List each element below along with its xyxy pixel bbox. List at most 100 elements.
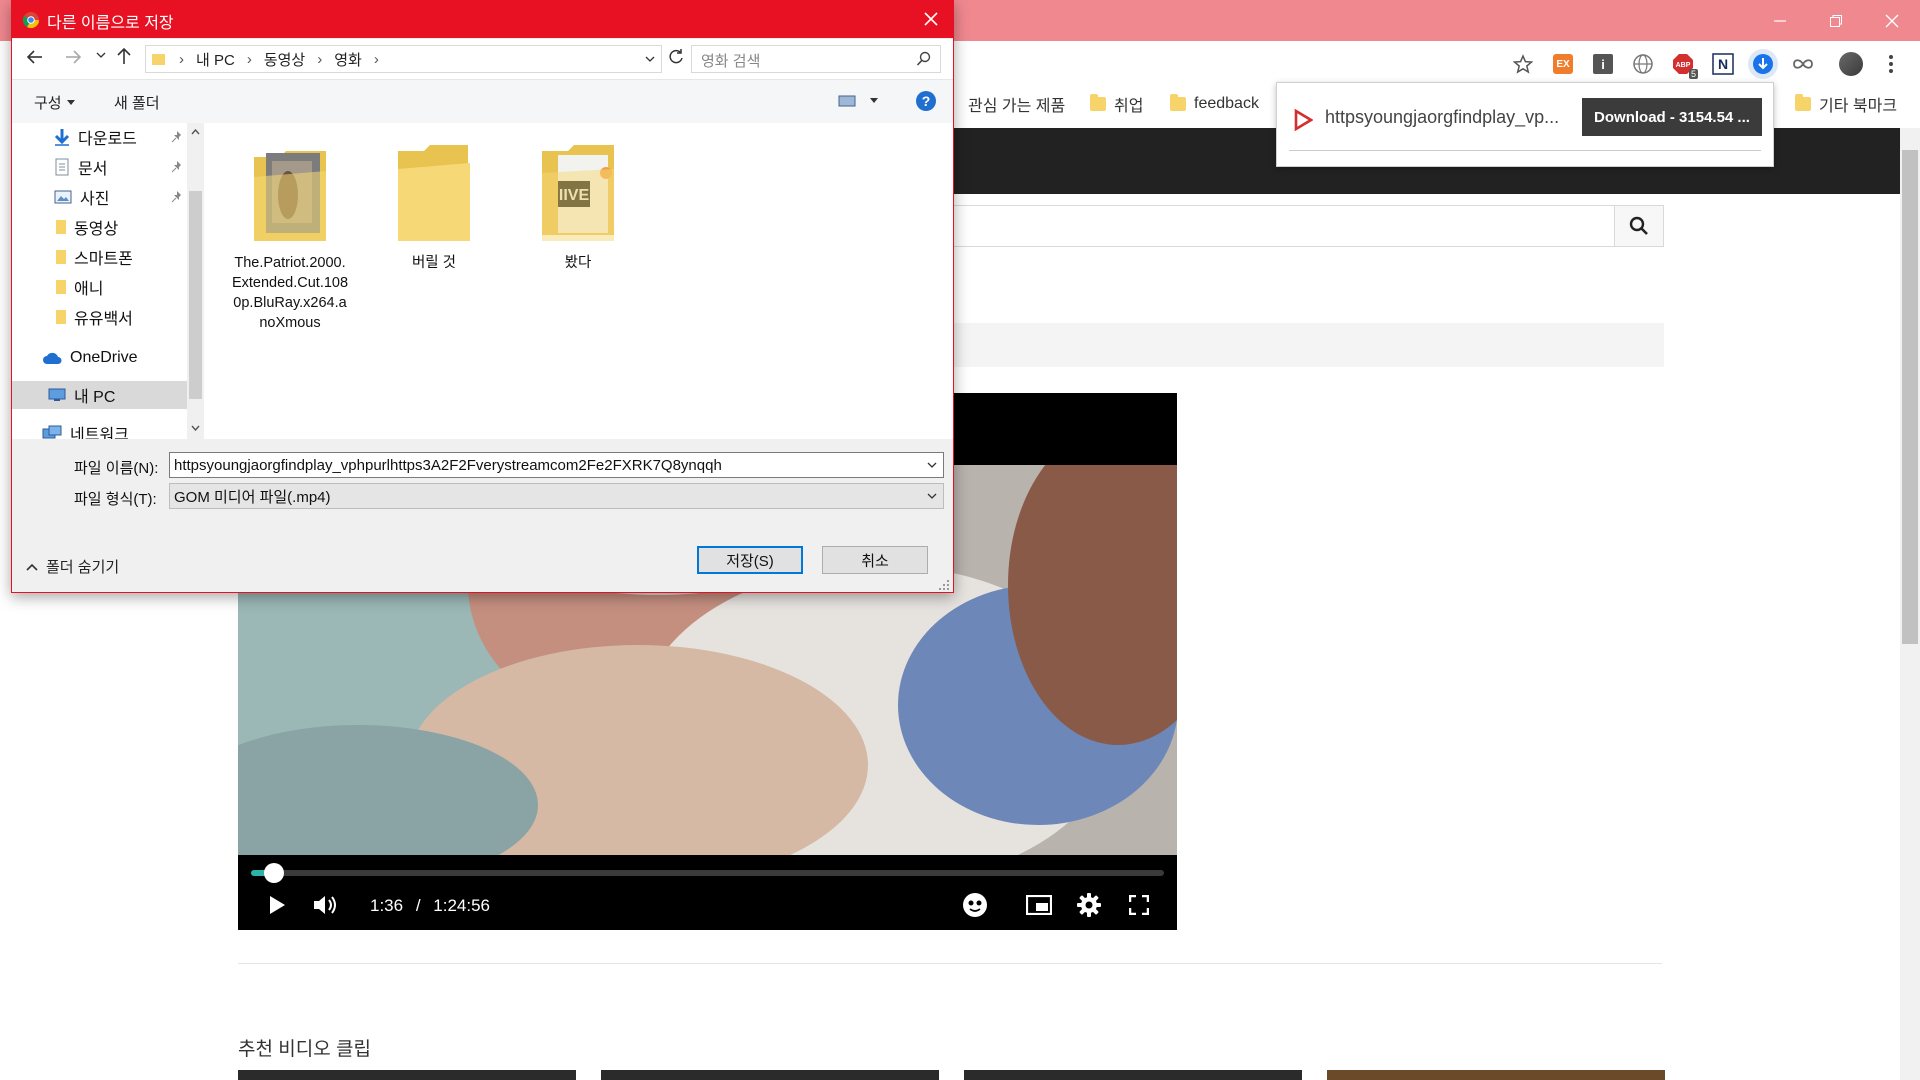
- download-arrow-icon: [54, 129, 70, 146]
- settings-button[interactable]: [1074, 891, 1104, 919]
- nav-item-yuyuhakusho[interactable]: 유유백서: [12, 303, 187, 331]
- download-button[interactable]: Download - 3154.54 ...: [1582, 98, 1762, 136]
- star-icon: [1513, 54, 1533, 74]
- duration: 1:24:56: [433, 896, 491, 915]
- nav-item-downloads[interactable]: 다운로드: [12, 123, 187, 151]
- nav-item-this-pc[interactable]: 내 PC: [12, 381, 187, 409]
- info-extension-icon: i: [1593, 54, 1613, 74]
- organize-menu[interactable]: 구성: [34, 92, 75, 113]
- chromecast-button[interactable]: [960, 891, 990, 919]
- folder-icon: [1170, 94, 1186, 111]
- video-thumbnail[interactable]: [601, 1070, 939, 1080]
- hide-folders-toggle[interactable]: 폴더 숨기기: [26, 556, 119, 577]
- info-extension-button[interactable]: i: [1588, 49, 1618, 79]
- dialog-close-button[interactable]: [919, 7, 943, 31]
- folder-item[interactable]: The.Patriot.2000.Extended.Cut.1080p.BluR…: [231, 143, 349, 333]
- save-button[interactable]: 저장(S): [697, 546, 803, 574]
- recommended-heading: 추천 비디오 클립: [238, 1039, 371, 1060]
- filetype-select[interactable]: GOM 미디어 파일(.mp4): [169, 483, 944, 509]
- profile-button[interactable]: [1836, 49, 1866, 79]
- nav-item-label: 스마트폰: [74, 251, 133, 268]
- up-button[interactable]: [116, 47, 132, 65]
- nav-item-videos[interactable]: 동영상: [12, 213, 187, 241]
- close-icon: [1885, 14, 1899, 27]
- recent-locations-button[interactable]: [96, 51, 106, 59]
- bookmark-item[interactable]: 관심 가는 제품: [968, 93, 1065, 115]
- video-thumbnail[interactable]: [1327, 1070, 1665, 1080]
- adblock-extension-button[interactable]: ABP 5: [1668, 49, 1698, 79]
- seek-bar[interactable]: [251, 870, 1164, 876]
- new-folder-button[interactable]: 새 폴더: [114, 92, 160, 113]
- nav-item-onedrive[interactable]: OneDrive: [12, 344, 187, 372]
- filename-input[interactable]: httpsyoungjaorgfindplay_vphpurlhttps3A2F…: [169, 452, 944, 478]
- cancel-button[interactable]: 취소: [822, 546, 928, 574]
- fullscreen-button[interactable]: [1124, 891, 1154, 919]
- refresh-icon: [669, 49, 683, 64]
- address-dropdown-button[interactable]: [645, 55, 655, 63]
- video-thumbnail[interactable]: [964, 1070, 1302, 1080]
- bookmark-label: feedback: [1194, 95, 1259, 112]
- other-bookmarks-folder[interactable]: 기타 북마크: [1795, 93, 1897, 115]
- breadcrumb-item[interactable]: 내 PC: [196, 49, 235, 70]
- video-thumbnail[interactable]: [238, 1070, 576, 1080]
- nav-scrollbar-thumb[interactable]: [189, 191, 202, 399]
- seek-handle[interactable]: [264, 863, 285, 883]
- folder-search-input[interactable]: 영화 검색: [691, 45, 941, 73]
- bookmark-star-button[interactable]: [1508, 49, 1538, 79]
- nav-item-anime[interactable]: 애니: [12, 273, 187, 301]
- page-scrollbar-thumb[interactable]: [1902, 150, 1918, 644]
- breadcrumb-item[interactable]: 영화: [334, 49, 362, 70]
- help-icon: ?: [921, 93, 931, 109]
- file-list: The.Patriot.2000.Extended.Cut.1080p.BluR…: [204, 123, 953, 439]
- back-button[interactable]: [26, 49, 44, 65]
- pip-button[interactable]: [1024, 891, 1054, 919]
- nav-item-label: 내 PC: [74, 389, 116, 406]
- window-controls: [1752, 0, 1920, 41]
- play-button[interactable]: [262, 891, 292, 919]
- infinity-extension-button[interactable]: [1788, 49, 1818, 79]
- scroll-up-icon[interactable]: [191, 129, 200, 135]
- browser-menu-button[interactable]: [1876, 49, 1906, 79]
- forward-button[interactable]: [64, 49, 82, 65]
- translate-extension-button[interactable]: [1628, 49, 1658, 79]
- ex-extension-icon: EX: [1553, 54, 1573, 74]
- folder-item[interactable]: IIVE 봤다: [519, 143, 637, 273]
- minimize-button[interactable]: [1752, 0, 1808, 41]
- bookmark-label: 취업: [1114, 98, 1144, 115]
- resize-grip-icon[interactable]: [938, 579, 950, 591]
- computer-icon: [48, 388, 66, 401]
- close-icon: [924, 12, 938, 26]
- site-search-button[interactable]: [1614, 205, 1664, 247]
- chevron-down-icon: [96, 52, 106, 58]
- close-window-button[interactable]: [1864, 0, 1920, 41]
- nav-item-network[interactable]: 네트워크: [12, 419, 187, 439]
- restore-button[interactable]: [1808, 0, 1864, 41]
- nav-scrollbar[interactable]: [187, 123, 204, 439]
- bookmark-folder[interactable]: feedback: [1170, 93, 1259, 115]
- folder-item[interactable]: 버릴 것: [375, 143, 493, 273]
- notion-extension-button[interactable]: N: [1708, 49, 1738, 79]
- nav-item-label: 유유백서: [74, 311, 133, 328]
- search-placeholder: 영화 검색: [701, 53, 761, 70]
- play-outline-icon: [1294, 109, 1313, 131]
- folder-icon: [56, 220, 66, 234]
- filename-label: 파일 이름(N):: [74, 460, 159, 477]
- refresh-button[interactable]: [667, 48, 685, 66]
- download-extension-button[interactable]: [1748, 49, 1778, 79]
- caret-down-icon: [870, 98, 878, 103]
- view-options-button[interactable]: [838, 94, 878, 108]
- breadcrumb-item[interactable]: 동영상: [264, 49, 305, 70]
- nav-item-pictures[interactable]: 사진: [12, 183, 187, 211]
- bookmark-folder[interactable]: 취업: [1090, 93, 1143, 115]
- filetype-value: GOM 미디어 파일(.mp4): [174, 488, 331, 506]
- help-button[interactable]: ?: [916, 91, 936, 111]
- nav-item-label: 애니: [74, 281, 104, 298]
- document-icon: [55, 158, 69, 176]
- nav-item-documents[interactable]: 문서: [12, 153, 187, 181]
- scroll-down-icon[interactable]: [191, 425, 200, 431]
- volume-button[interactable]: [310, 891, 342, 919]
- breadcrumb[interactable]: › 내 PC › 동영상 › 영화 ›: [145, 45, 662, 73]
- video-time: 1:36 / 1:24:56: [370, 896, 490, 916]
- nav-item-smartphone[interactable]: 스마트폰: [12, 243, 187, 271]
- ex-extension-button[interactable]: EX: [1548, 49, 1578, 79]
